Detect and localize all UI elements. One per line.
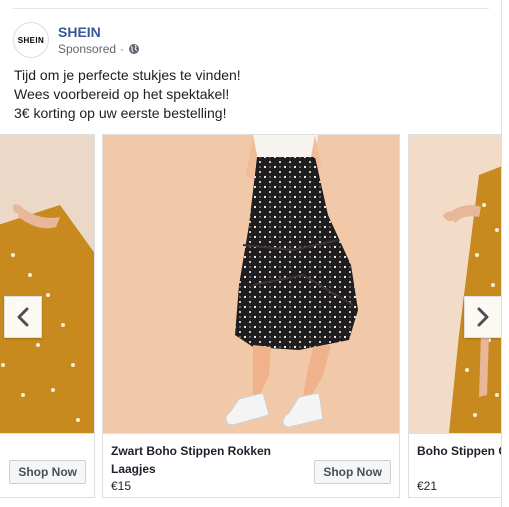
- feed-border: [501, 0, 502, 507]
- chevron-right-icon: [477, 307, 489, 327]
- post-text-line: Tijd om je perfecte stukjes te vinden!: [14, 67, 241, 83]
- sponsored-label[interactable]: Sponsored: [58, 41, 116, 57]
- product-image[interactable]: [0, 135, 94, 433]
- post-message: Tijd om je perfecte stukjes te vinden! W…: [14, 66, 241, 123]
- product-price: €21: [417, 479, 438, 493]
- post-text-line: 3€ korting op uw eerste bestelling!: [14, 105, 227, 121]
- post-header: SHEIN SHEIN Sponsored ·: [13, 18, 140, 62]
- post-text-line: Wees voorbereid op het spektakel!: [14, 86, 230, 102]
- product-image[interactable]: [409, 135, 501, 433]
- sponsored-line: Sponsored ·: [58, 41, 140, 57]
- product-image[interactable]: [103, 135, 399, 433]
- shop-now-button[interactable]: Shop Now: [9, 460, 86, 484]
- page-name-link[interactable]: SHEIN: [58, 23, 140, 41]
- product-title[interactable]: Zwart Boho Stippen Rokken Laagjes: [111, 442, 301, 478]
- product-carousel[interactable]: Shop Now Zwart Boho Stippen Rokken Laagj…: [0, 134, 501, 500]
- carousel-prev-button[interactable]: [4, 296, 42, 338]
- product-title[interactable]: Boho Stippen Gele Rok: [417, 442, 501, 460]
- chevron-left-icon: [17, 307, 29, 327]
- card-info: Boho Stippen Gele Rok €21: [409, 433, 501, 497]
- carousel-card-active[interactable]: Zwart Boho Stippen Rokken Laagjes €15 Sh…: [102, 134, 400, 498]
- carousel-next-button[interactable]: [464, 296, 501, 338]
- shop-now-button[interactable]: Shop Now: [314, 460, 391, 484]
- feed-divider: [13, 8, 489, 9]
- globe-icon: [129, 44, 140, 54]
- card-info: Zwart Boho Stippen Rokken Laagjes €15 Sh…: [103, 433, 399, 497]
- product-price: €15: [111, 479, 132, 493]
- card-info: Shop Now: [0, 433, 94, 497]
- separator: ·: [120, 42, 125, 56]
- avatar[interactable]: SHEIN: [13, 22, 49, 58]
